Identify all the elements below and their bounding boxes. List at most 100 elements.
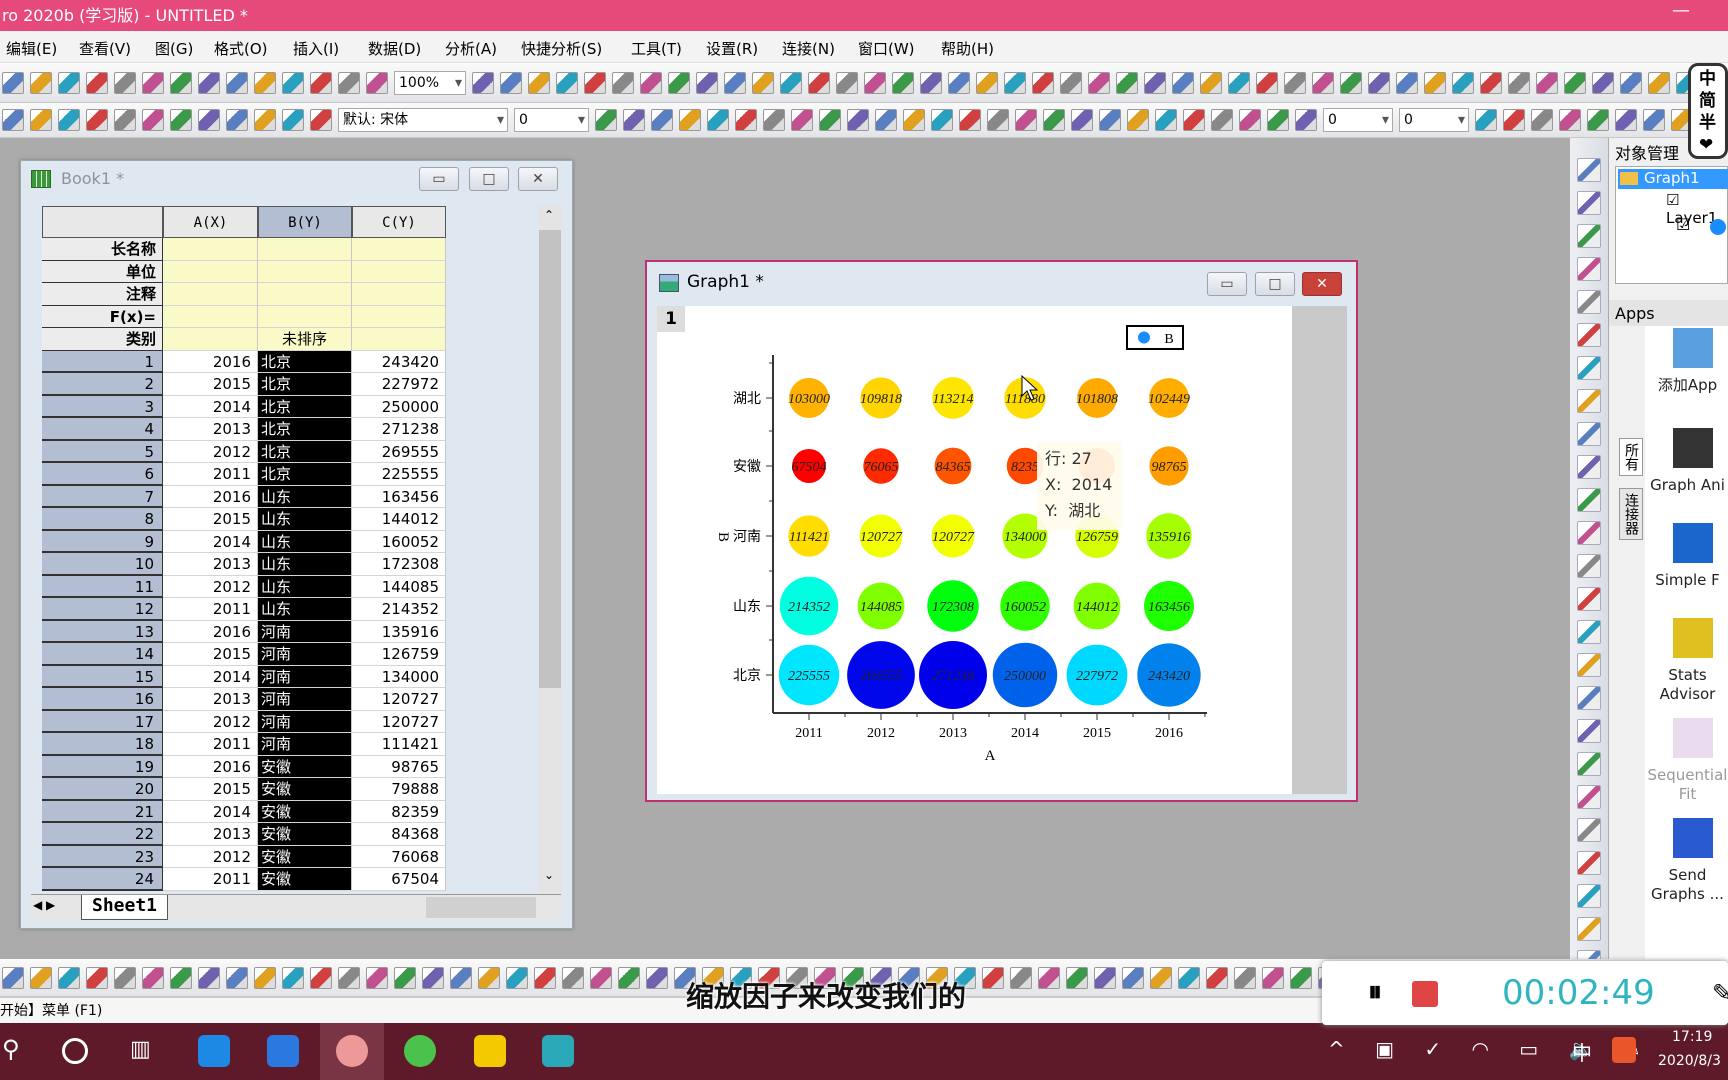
row-header[interactable]: 2 — [42, 373, 163, 396]
row-header[interactable]: 24 — [42, 868, 163, 891]
toolbar-icon[interactable] — [394, 966, 416, 989]
graph-tool-icon[interactable] — [1577, 620, 1601, 644]
menu-item[interactable]: 帮助(H) — [941, 38, 994, 59]
menu-item[interactable]: 图(G) — [155, 38, 193, 59]
toolbar-icon[interactable] — [836, 71, 858, 94]
toolbar-icon[interactable] — [1559, 109, 1581, 131]
table-cell[interactable]: 2012 — [163, 440, 258, 463]
table-cell[interactable]: 227972 — [352, 373, 446, 396]
toolbar-icon[interactable] — [1475, 109, 1497, 131]
graph-tool-icon[interactable] — [1577, 719, 1601, 743]
toolbar-icon[interactable] — [1480, 71, 1502, 94]
graph-tool-icon[interactable] — [1577, 554, 1601, 578]
app-label[interactable]: Send Graphs ... — [1647, 866, 1728, 904]
meta-row-label[interactable]: 注释 — [42, 283, 163, 306]
table-cell[interactable]: 225555 — [352, 463, 446, 486]
toolbar-icon[interactable] — [198, 109, 220, 131]
meta-cell[interactable] — [258, 305, 352, 328]
toolbar-icon[interactable] — [1396, 71, 1418, 94]
toolbar-icon[interactable] — [1071, 109, 1093, 131]
row-header[interactable]: 9 — [42, 530, 163, 553]
toolbar-icon[interactable] — [254, 71, 276, 94]
graph-tool-icon[interactable] — [1577, 653, 1601, 677]
clock-date[interactable]: 2020/8/3 — [1658, 1053, 1721, 1069]
toolbar-icon[interactable] — [472, 71, 494, 94]
table-cell[interactable]: 山东 — [258, 530, 352, 553]
toolbar-icon[interactable] — [948, 71, 970, 94]
window-controls[interactable]: — — [1672, 0, 1714, 21]
toolbar-icon[interactable] — [478, 966, 500, 989]
table-cell[interactable]: 2016 — [163, 485, 258, 508]
toolbar-icon[interactable] — [1256, 71, 1278, 94]
row-header[interactable]: 23 — [42, 845, 163, 868]
table-cell[interactable]: 2015 — [163, 778, 258, 801]
toolbar-icon[interactable] — [58, 109, 80, 131]
pause-button[interactable]: ⏸ — [1368, 975, 1382, 1009]
toolbar-icon[interactable] — [506, 966, 528, 989]
graph-tool-icon[interactable] — [1577, 455, 1601, 479]
app-icon[interactable] — [1673, 428, 1713, 468]
toolbar-icon[interactable] — [1267, 109, 1289, 131]
toolbar-icon[interactable] — [1536, 71, 1558, 94]
toolbar-icon[interactable] — [86, 966, 108, 989]
clock-time[interactable]: 17:19 — [1672, 1029, 1712, 1045]
row-header[interactable]: 7 — [42, 485, 163, 508]
toolbar-icon[interactable] — [1043, 109, 1065, 131]
table-cell[interactable]: 214352 — [352, 598, 446, 621]
scrollbar-thumb[interactable] — [539, 230, 561, 688]
table-cell[interactable]: 2014 — [163, 665, 258, 688]
toolbar-icon[interactable] — [1452, 71, 1474, 94]
menu-item[interactable]: 窗口(W) — [858, 38, 915, 59]
toolbar-icon[interactable] — [1234, 966, 1256, 989]
toolbar-icon[interactable] — [1155, 109, 1177, 131]
toolbar-icon[interactable] — [903, 109, 925, 131]
toolbar-icon[interactable] — [198, 71, 220, 94]
menu-item[interactable]: 插入(I) — [293, 38, 339, 59]
toolbar-icon[interactable] — [1144, 71, 1166, 94]
toolbar-icon[interactable] — [338, 71, 360, 94]
toolbar-icon[interactable] — [254, 109, 276, 131]
menu-item[interactable]: 查看(V) — [79, 38, 131, 59]
toolbar-icon[interactable] — [2, 71, 24, 94]
table-cell[interactable]: 2011 — [163, 598, 258, 621]
table-cell[interactable]: 河南 — [258, 688, 352, 711]
toolbar-icon[interactable] — [920, 71, 942, 94]
meta-cell[interactable] — [163, 260, 258, 283]
toolbar-icon[interactable] — [1340, 71, 1362, 94]
meta-cell[interactable] — [352, 283, 446, 306]
table-cell[interactable]: 144085 — [352, 575, 446, 598]
row-header[interactable]: 16 — [42, 688, 163, 711]
toolbar-icon[interactable] — [590, 966, 612, 989]
row-header[interactable]: 20 — [42, 778, 163, 801]
tab-prev-icon[interactable]: ◀ ▶ — [33, 898, 55, 912]
table-cell[interactable]: 山东 — [258, 575, 352, 598]
table-cell[interactable]: 111421 — [352, 733, 446, 756]
meta-cell[interactable] — [352, 238, 446, 261]
row-header[interactable]: 15 — [42, 665, 163, 688]
toolbar-icon[interactable] — [1183, 109, 1205, 131]
graph-tool-icon[interactable] — [1577, 356, 1601, 380]
toolbar-icon[interactable] — [114, 109, 136, 131]
toolbar-icon[interactable] — [1099, 109, 1121, 131]
table-cell[interactable]: 67504 — [352, 868, 446, 891]
table-cell[interactable]: 河南 — [258, 733, 352, 756]
toolbar-icon[interactable] — [1066, 966, 1088, 989]
toolbar-icon[interactable] — [254, 966, 276, 989]
graph-tool-icon[interactable] — [1577, 323, 1601, 347]
font-size-select[interactable]: 0 — [514, 108, 589, 132]
meta-row-label[interactable]: 单位 — [42, 260, 163, 283]
menu-item[interactable]: 设置(R) — [706, 38, 758, 59]
column-header[interactable]: B(Y) — [258, 206, 352, 238]
toolbar-icon[interactable] — [170, 71, 192, 94]
toolbar-icon[interactable] — [1116, 71, 1138, 94]
toolbar-icon[interactable] — [808, 71, 830, 94]
plot-visible-checkbox[interactable]: ☑ — [1676, 215, 1690, 234]
column-header[interactable]: C(Y) — [352, 206, 446, 238]
toolbar-icon[interactable] — [584, 71, 606, 94]
toolbar-icon[interactable] — [86, 109, 108, 131]
graph-tool-icon[interactable] — [1577, 818, 1601, 842]
toolbar-icon[interactable] — [282, 966, 304, 989]
menu-item[interactable]: 快捷分析(S) — [521, 38, 602, 59]
line-width-select[interactable]: 0 — [1323, 108, 1393, 132]
toolbar-icon[interactable] — [668, 71, 690, 94]
